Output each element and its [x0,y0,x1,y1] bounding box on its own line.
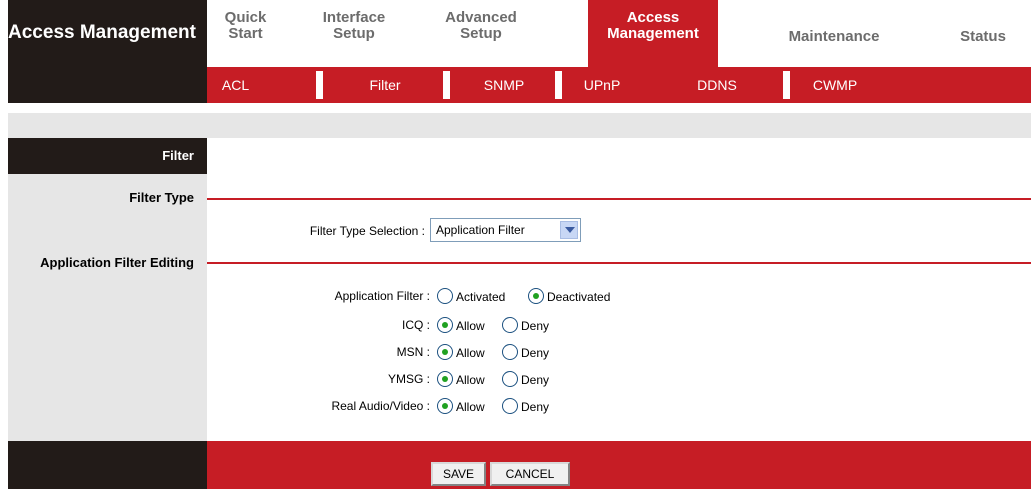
radio-realav-allow[interactable] [437,398,453,414]
filter-type-select-value: Application Filter [436,223,525,237]
radio-realav-deny-label: Deny [521,400,550,414]
radio-msn-deny-label: Deny [521,346,550,360]
radio-ymsg-deny-label: Deny [521,373,550,387]
left-label-column [8,138,207,441]
subtab-snmp[interactable]: SNMP [450,67,558,103]
section-divider [207,198,1031,200]
radio-ymsg-allow[interactable] [437,371,453,387]
spacer-bar [8,113,1031,138]
brand-title: Access Management [8,22,196,43]
radio-realav-allow-label: Allow [456,400,485,414]
section-application-filter-editing: Application Filter Editing [40,255,194,270]
filter-type-selection-label: Filter Type Selection : [309,224,425,238]
radio-msn-allow-label: Allow [456,346,485,360]
footer-action-bar [207,441,1031,489]
radio-msn-allow[interactable] [437,344,453,360]
real-audio-video-label: Real Audio/Video : [331,399,430,413]
radio-msn-deny[interactable] [502,344,518,360]
subnav-separator [443,71,450,99]
radio-activated-label: Activated [456,290,506,304]
cancel-button[interactable]: CANCEL [490,462,570,486]
subtab-ddns[interactable]: DDNS [667,67,767,103]
section-divider [207,262,1031,264]
radio-realav-deny[interactable] [502,398,518,414]
application-filter-label: Application Filter : [334,289,430,303]
radio-deactivated-label: Deactivated [547,290,611,304]
subtab-acl[interactable]: ACL [207,67,264,103]
filter-type-select[interactable]: Application Filter [430,218,581,242]
top-nav: Quick Start Interface Setup Advanced Set… [207,0,1031,67]
tab-status[interactable]: Status [947,29,1019,49]
radio-ymsg-allow-label: Allow [456,373,485,387]
subtab-upnp[interactable]: UPnP [562,67,642,103]
icq-label: ICQ : [401,318,430,332]
msn-label: MSN : [396,345,430,359]
radio-icq-allow[interactable] [437,317,453,333]
tab-interface-setup[interactable]: Interface Setup [306,10,402,60]
tab-maintenance[interactable]: Maintenance [774,29,894,49]
radio-icq-deny-label: Deny [521,319,550,333]
subtab-cwmp[interactable]: CWMP [790,67,880,103]
radio-icq-deny[interactable] [502,317,518,333]
brand-block: Access Management [8,0,207,103]
subnav-separator [555,71,562,99]
radio-activated[interactable] [437,288,453,304]
sub-nav: ACL Filter SNMP UPnP DDNS CWMP [207,67,1031,103]
tab-access-management[interactable]: Access Management [588,0,718,67]
radio-deactivated[interactable] [528,288,544,304]
save-button[interactable]: SAVE [431,462,486,486]
chevron-down-icon[interactable] [560,221,578,239]
section-filter-type: Filter Type [129,190,194,205]
tab-quick-start[interactable]: Quick Start [207,10,284,60]
tab-advanced-setup[interactable]: Advanced Setup [433,10,529,60]
section-filter-heading: Filter [8,138,207,174]
subnav-separator [783,71,790,99]
radio-ymsg-deny[interactable] [502,371,518,387]
radio-icq-allow-label: Allow [456,319,485,333]
ymsg-label: YMSG : [387,372,430,386]
subtab-filter[interactable]: Filter [325,67,445,103]
footer-left-block [8,441,207,489]
subnav-separator [316,71,323,99]
